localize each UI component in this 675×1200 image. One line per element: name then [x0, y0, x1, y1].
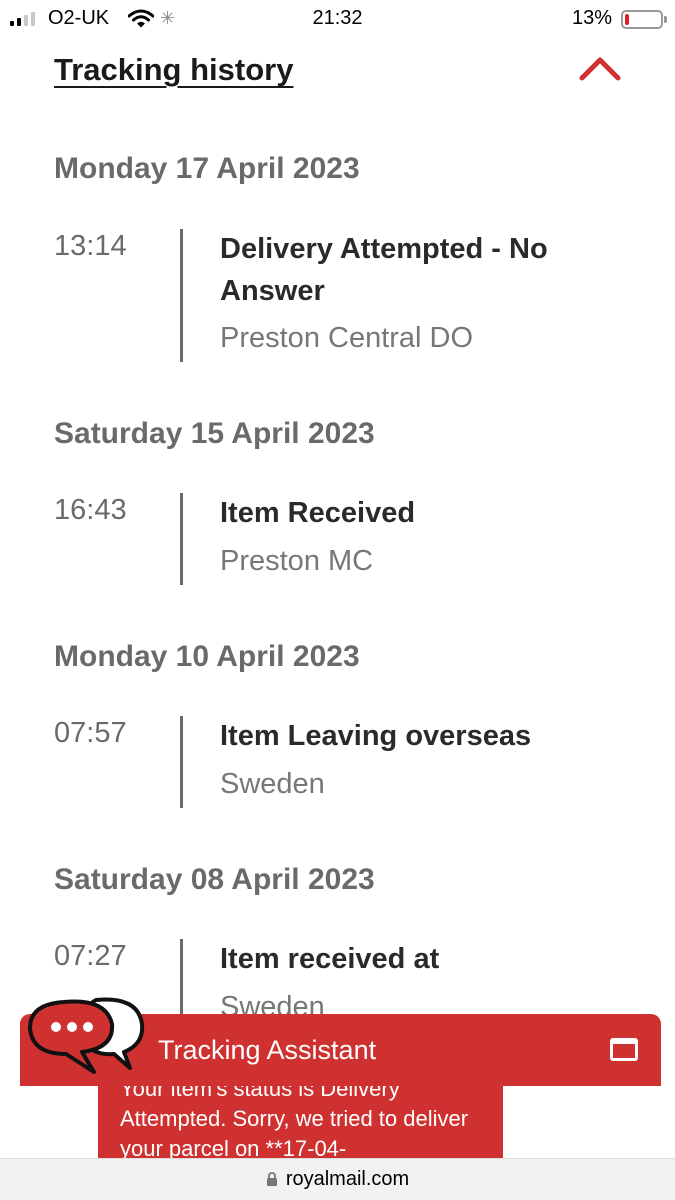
window-icon[interactable]: [610, 1038, 638, 1061]
day-heading: Saturday 08 April 2023: [54, 863, 375, 896]
event-title: Item Received: [220, 497, 416, 529]
url-text: royalmail.com: [285, 1168, 410, 1190]
event-title: Item received at: [220, 943, 440, 975]
day-heading: Saturday 15 April 2023: [54, 417, 375, 450]
battery-icon: [621, 10, 667, 29]
event-location: Preston MC: [220, 545, 374, 577]
event-time: 07:27: [54, 940, 127, 972]
lock-icon: [266, 1172, 277, 1186]
assistant-title: Tracking Assistant: [158, 1035, 377, 1065]
status-bar: O2-UK ✳ 21:32 13%: [0, 0, 675, 36]
event-title: Item Leaving overseas: [220, 720, 532, 752]
timeline-divider: [180, 939, 183, 1019]
event-location: Sweden: [220, 768, 325, 800]
event-time: 07:57: [54, 717, 127, 749]
chevron-up-icon: [579, 57, 621, 81]
day-heading: Monday 10 April 2023: [54, 640, 360, 673]
collapse-button[interactable]: [578, 50, 622, 86]
event-time: 13:14: [54, 230, 127, 262]
event-location: Preston Central DO: [220, 322, 474, 354]
chat-bubbles-icon[interactable]: [26, 994, 148, 1076]
assistant-message: Your item's status is Delivery Attempted…: [120, 1086, 469, 1161]
event-time: 16:43: [54, 494, 127, 526]
timeline-divider: [180, 493, 183, 585]
browser-url-bar[interactable]: royalmail.com: [0, 1158, 675, 1200]
timeline-divider: [180, 229, 183, 362]
battery-level: [625, 14, 629, 25]
timeline-divider: [180, 716, 183, 808]
url-display[interactable]: royalmail.com: [0, 1168, 675, 1191]
tracking-history-title[interactable]: Tracking history: [54, 52, 293, 88]
day-heading: Monday 17 April 2023: [54, 152, 360, 185]
event-title: Delivery Attempted - No Answer: [220, 233, 548, 307]
battery-percentage: 13%: [572, 7, 613, 29]
